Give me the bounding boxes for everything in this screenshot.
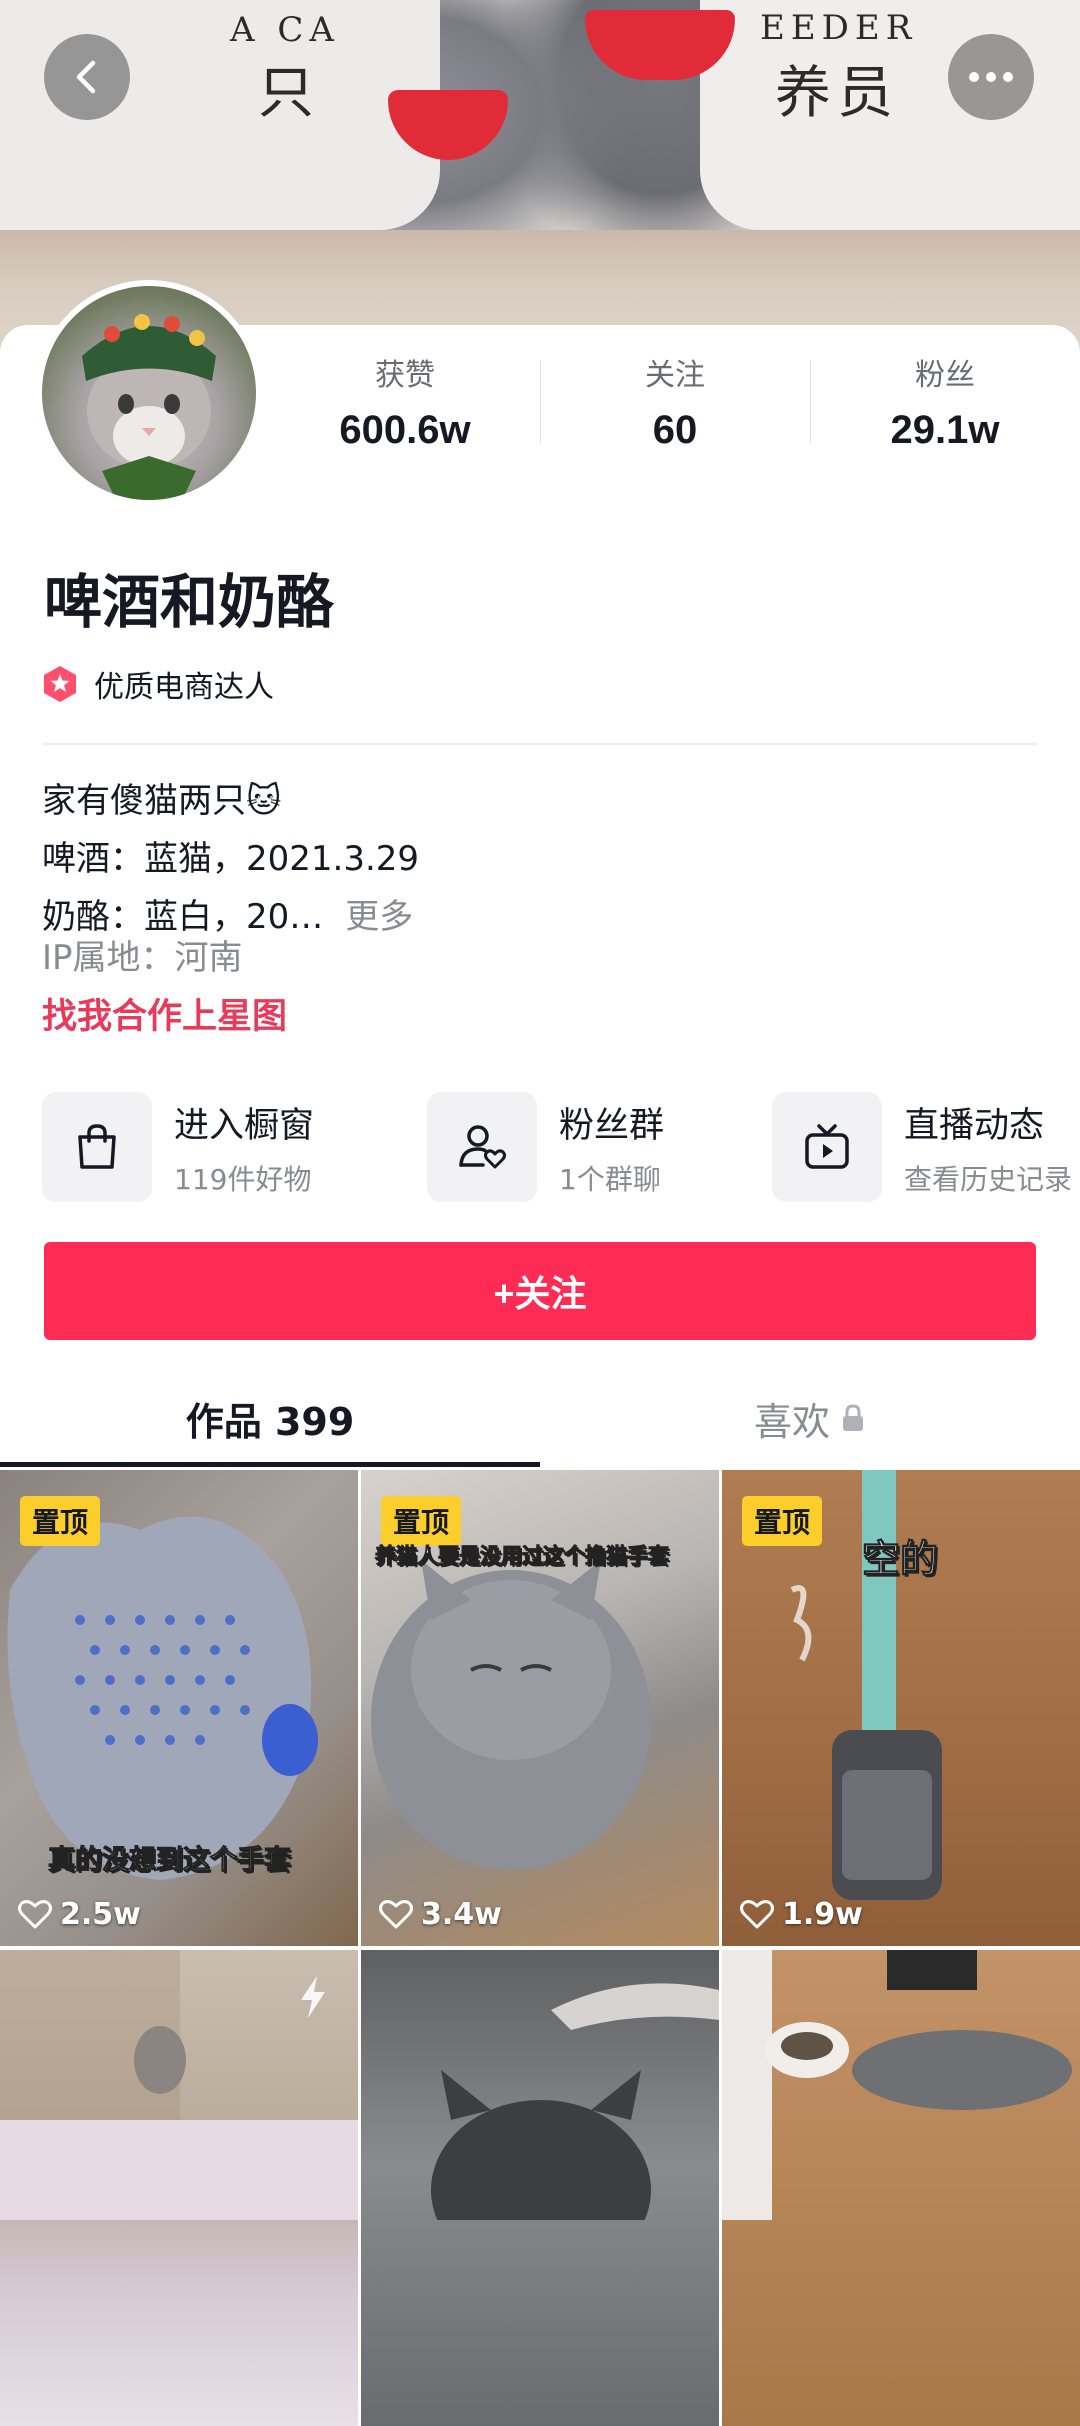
tab-indicator (0, 1462, 540, 1467)
back-button[interactable] (44, 34, 130, 120)
badge-label: 优质电商达人 (94, 670, 274, 705)
video-grid: 置顶 真的没想到这个手套 2.5w 置顶 养猫人要是没用过这个撸猫手套 3.4w (0, 1470, 1080, 2426)
shopping-bag-icon (42, 1092, 152, 1202)
bio-line: 啤酒：蓝猫，2021.3.29 (42, 839, 420, 879)
bio-line: 家有傻猫两只🐱 (42, 772, 419, 830)
video-thumbnail[interactable]: 置顶 养猫人要是没用过这个撸猫手套 3.4w (361, 1470, 719, 1946)
like-count-value: 1.9w (782, 1897, 863, 1932)
entry-shop-window[interactable]: 进入橱窗 119件好物 (42, 1092, 314, 1202)
follow-button[interactable]: +关注 (44, 1242, 1036, 1340)
entry-title: 进入橱窗 (174, 1105, 315, 1146)
stat-value: 60 (652, 408, 698, 452)
video-thumbnail[interactable]: 置顶 空的 1.9w (722, 1470, 1080, 1946)
pinned-badge: 置顶 (742, 1496, 823, 1546)
bio-more-link[interactable]: 更多 (345, 897, 413, 937)
like-count-value: 3.4w (421, 1897, 502, 1932)
tab-likes[interactable]: 喜欢 (540, 1370, 1080, 1466)
cover-shirt-text: A CA (230, 10, 340, 50)
stat-likes[interactable]: 获赞 600.6w (270, 340, 540, 460)
content-tabs: 作品 399 喜欢 (0, 1370, 1080, 1467)
more-dots-icon (969, 72, 1013, 82)
video-caption: 真的没想到这个手套 (48, 1845, 292, 1877)
entry-row: 进入橱窗 119件好物 粉丝群 1个群聊 直播动态 查看历史记录 (42, 1092, 1080, 1202)
video-thumbnail[interactable] (722, 1950, 1080, 2426)
stat-following[interactable]: 关注 60 (540, 340, 810, 460)
cover-shirt-text: EEDER (760, 8, 918, 48)
like-count: 3.4w (379, 1897, 502, 1932)
cat-image (431, 1983, 719, 2220)
bio-text: 家有傻猫两只 (42, 781, 246, 821)
like-count: 2.5w (18, 1897, 141, 1932)
entry-subtitle: 119件好物 (174, 1162, 312, 1196)
heart-icon (740, 1899, 774, 1928)
stat-label: 粉丝 (915, 358, 975, 393)
back-arrow-icon (76, 60, 96, 94)
heart-icon (18, 1899, 52, 1928)
video-thumbnail[interactable] (0, 1950, 358, 2426)
entry-subtitle: 1个群聊 (559, 1162, 661, 1196)
pinned-badge: 置顶 (381, 1496, 462, 1546)
cover-shirt-text: 只 (258, 61, 320, 126)
entry-live-feed[interactable]: 直播动态 查看历史记录 (772, 1092, 1072, 1202)
profile-stats: 获赞 600.6w 关注 60 粉丝 29.1w (270, 340, 1080, 460)
tab-label: 喜欢 (753, 1399, 830, 1444)
bio: 家有傻猫两只🐱 啤酒：蓝猫，2021.3.29 奶酪：蓝白，20… 更多 (42, 772, 419, 946)
stat-value: 29.1w (890, 408, 1000, 452)
entry-subtitle: 查看历史记录 (904, 1162, 1073, 1196)
more-options-button[interactable] (948, 34, 1034, 120)
cat-image (722, 1950, 1072, 2220)
cat-emoji-icon: 🐱 (246, 781, 282, 821)
star-badge-icon (44, 666, 76, 702)
cover-shirt-text: 养员 (775, 61, 899, 126)
tab-label: 作品 399 (185, 1399, 355, 1444)
stat-followers[interactable]: 粉丝 29.1w (810, 340, 1080, 460)
avatar[interactable] (36, 280, 262, 506)
entry-title: 直播动态 (904, 1105, 1045, 1146)
cooperation-link[interactable]: 找我合作上星图 (42, 988, 287, 1039)
tab-works[interactable]: 作品 399 (0, 1370, 540, 1466)
tv-icon (772, 1092, 882, 1202)
video-caption: 养猫人要是没用过这个撸猫手套 (375, 1544, 670, 1569)
video-caption: 空的 (861, 1537, 939, 1582)
stat-value: 600.6w (339, 408, 471, 452)
ip-location: IP属地：河南 (42, 938, 243, 978)
heart-icon (379, 1899, 413, 1928)
stat-label: 关注 (645, 358, 705, 393)
flash-icon (301, 1976, 325, 2018)
entry-title: 粉丝群 (559, 1105, 665, 1146)
lock-icon (843, 1404, 863, 1431)
cat-avatar-image (82, 314, 216, 500)
like-count: 1.9w (740, 1897, 863, 1932)
creator-badge[interactable]: 优质电商达人 (40, 662, 274, 706)
stat-label: 获赞 (375, 358, 435, 393)
like-count-value: 2.5w (60, 1897, 141, 1932)
video-thumbnail[interactable] (361, 1950, 719, 2426)
entry-fan-group[interactable]: 粉丝群 1个群聊 (427, 1092, 664, 1202)
fan-group-icon (427, 1092, 537, 1202)
divider (42, 743, 1038, 745)
video-thumbnail[interactable]: 置顶 真的没想到这个手套 2.5w (0, 1470, 358, 1946)
profile-name: 啤酒和奶酪 (44, 568, 335, 636)
pinned-badge: 置顶 (20, 1496, 101, 1546)
